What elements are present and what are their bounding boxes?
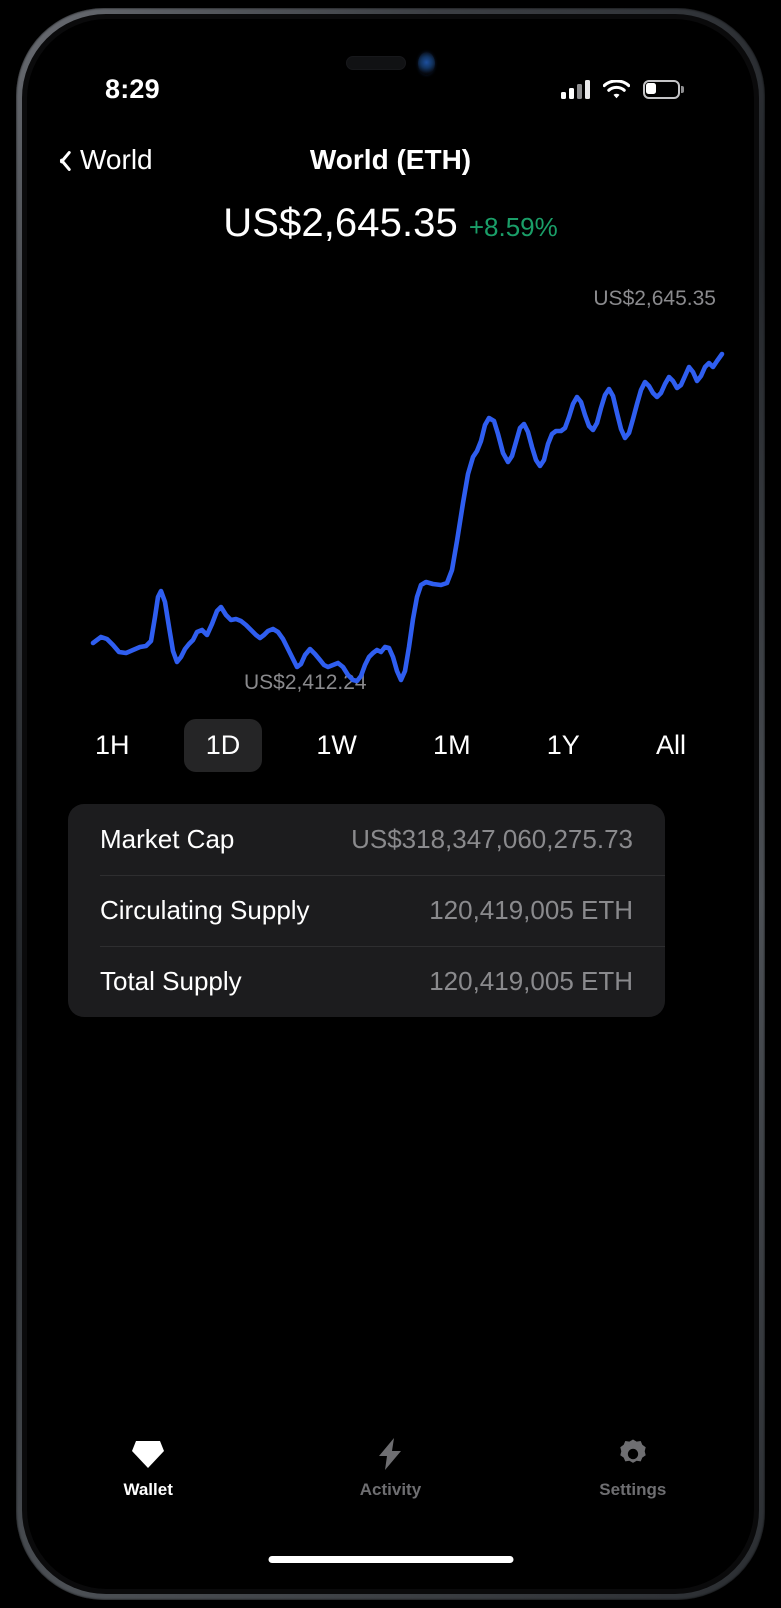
lightning-bolt-icon <box>375 1437 405 1471</box>
chart-line-svg <box>90 351 725 684</box>
range-tab-all[interactable]: All <box>634 719 708 772</box>
range-tab-1d[interactable]: 1D <box>183 718 263 772</box>
price-change-percent: +8.59% <box>468 212 558 242</box>
stat-label: Circulating Supply <box>100 895 310 925</box>
status-bar-indicators <box>561 78 684 99</box>
screenshot-frame: 8:29 World World (ETH) US$2,645.35 +8.59… <box>0 0 781 1608</box>
range-tab-1w[interactable]: 1W <box>294 719 379 772</box>
navigation-bar: World World (ETH) <box>27 129 754 191</box>
status-bar-clock: 8:29 <box>105 73 160 104</box>
stat-row: Circulating Supply 120,419,005 ETH <box>68 875 665 946</box>
stat-value: US$318,347,060,275.73 <box>351 824 633 854</box>
gem-icon <box>131 1437 165 1471</box>
tab-label: Activity <box>359 1480 422 1499</box>
tab-label: Wallet <box>123 1480 173 1499</box>
tab-label: Settings <box>599 1480 667 1499</box>
stat-value: 120,419,005 ETH <box>429 895 633 925</box>
wifi-icon <box>602 78 631 99</box>
home-indicator <box>268 1556 513 1563</box>
status-bar: 8:29 <box>27 65 754 113</box>
range-tab-1h[interactable]: 1H <box>73 719 152 772</box>
gear-icon <box>617 1437 649 1471</box>
price-chart[interactable]: US$2,645.35 US$2,412.24 <box>27 287 754 717</box>
range-tab-1m[interactable]: 1M <box>411 719 493 772</box>
stat-label: Total Supply <box>100 966 242 996</box>
stat-row: Total Supply 120,419,005 ETH <box>68 946 665 1017</box>
bottom-tab-bar: Wallet Activity Settings <box>27 1431 754 1523</box>
current-price: US$2,645.35 <box>223 201 458 245</box>
tab-wallet[interactable]: Wallet <box>63 1437 233 1500</box>
battery-icon <box>643 79 684 99</box>
stat-value: 120,419,005 ETH <box>429 966 633 996</box>
stat-row: Market Cap US$318,347,060,275.73 <box>68 804 665 875</box>
range-tab-1y[interactable]: 1Y <box>525 719 602 772</box>
stat-label: Market Cap <box>100 824 235 854</box>
tab-activity[interactable]: Activity <box>305 1437 475 1500</box>
page-title: World (ETH) <box>309 144 472 175</box>
cellular-signal-icon <box>561 79 590 99</box>
tab-settings[interactable]: Settings <box>548 1437 718 1500</box>
time-range-selector: 1H 1D 1W 1M 1Y All <box>27 714 754 776</box>
price-header: US$2,645.35 +8.59% <box>27 201 754 246</box>
stats-card: Market Cap US$318,347,060,275.73 Circulati… <box>68 804 665 1017</box>
phone-screen: 8:29 World World (ETH) US$2,645.35 +8.59… <box>27 19 754 1589</box>
